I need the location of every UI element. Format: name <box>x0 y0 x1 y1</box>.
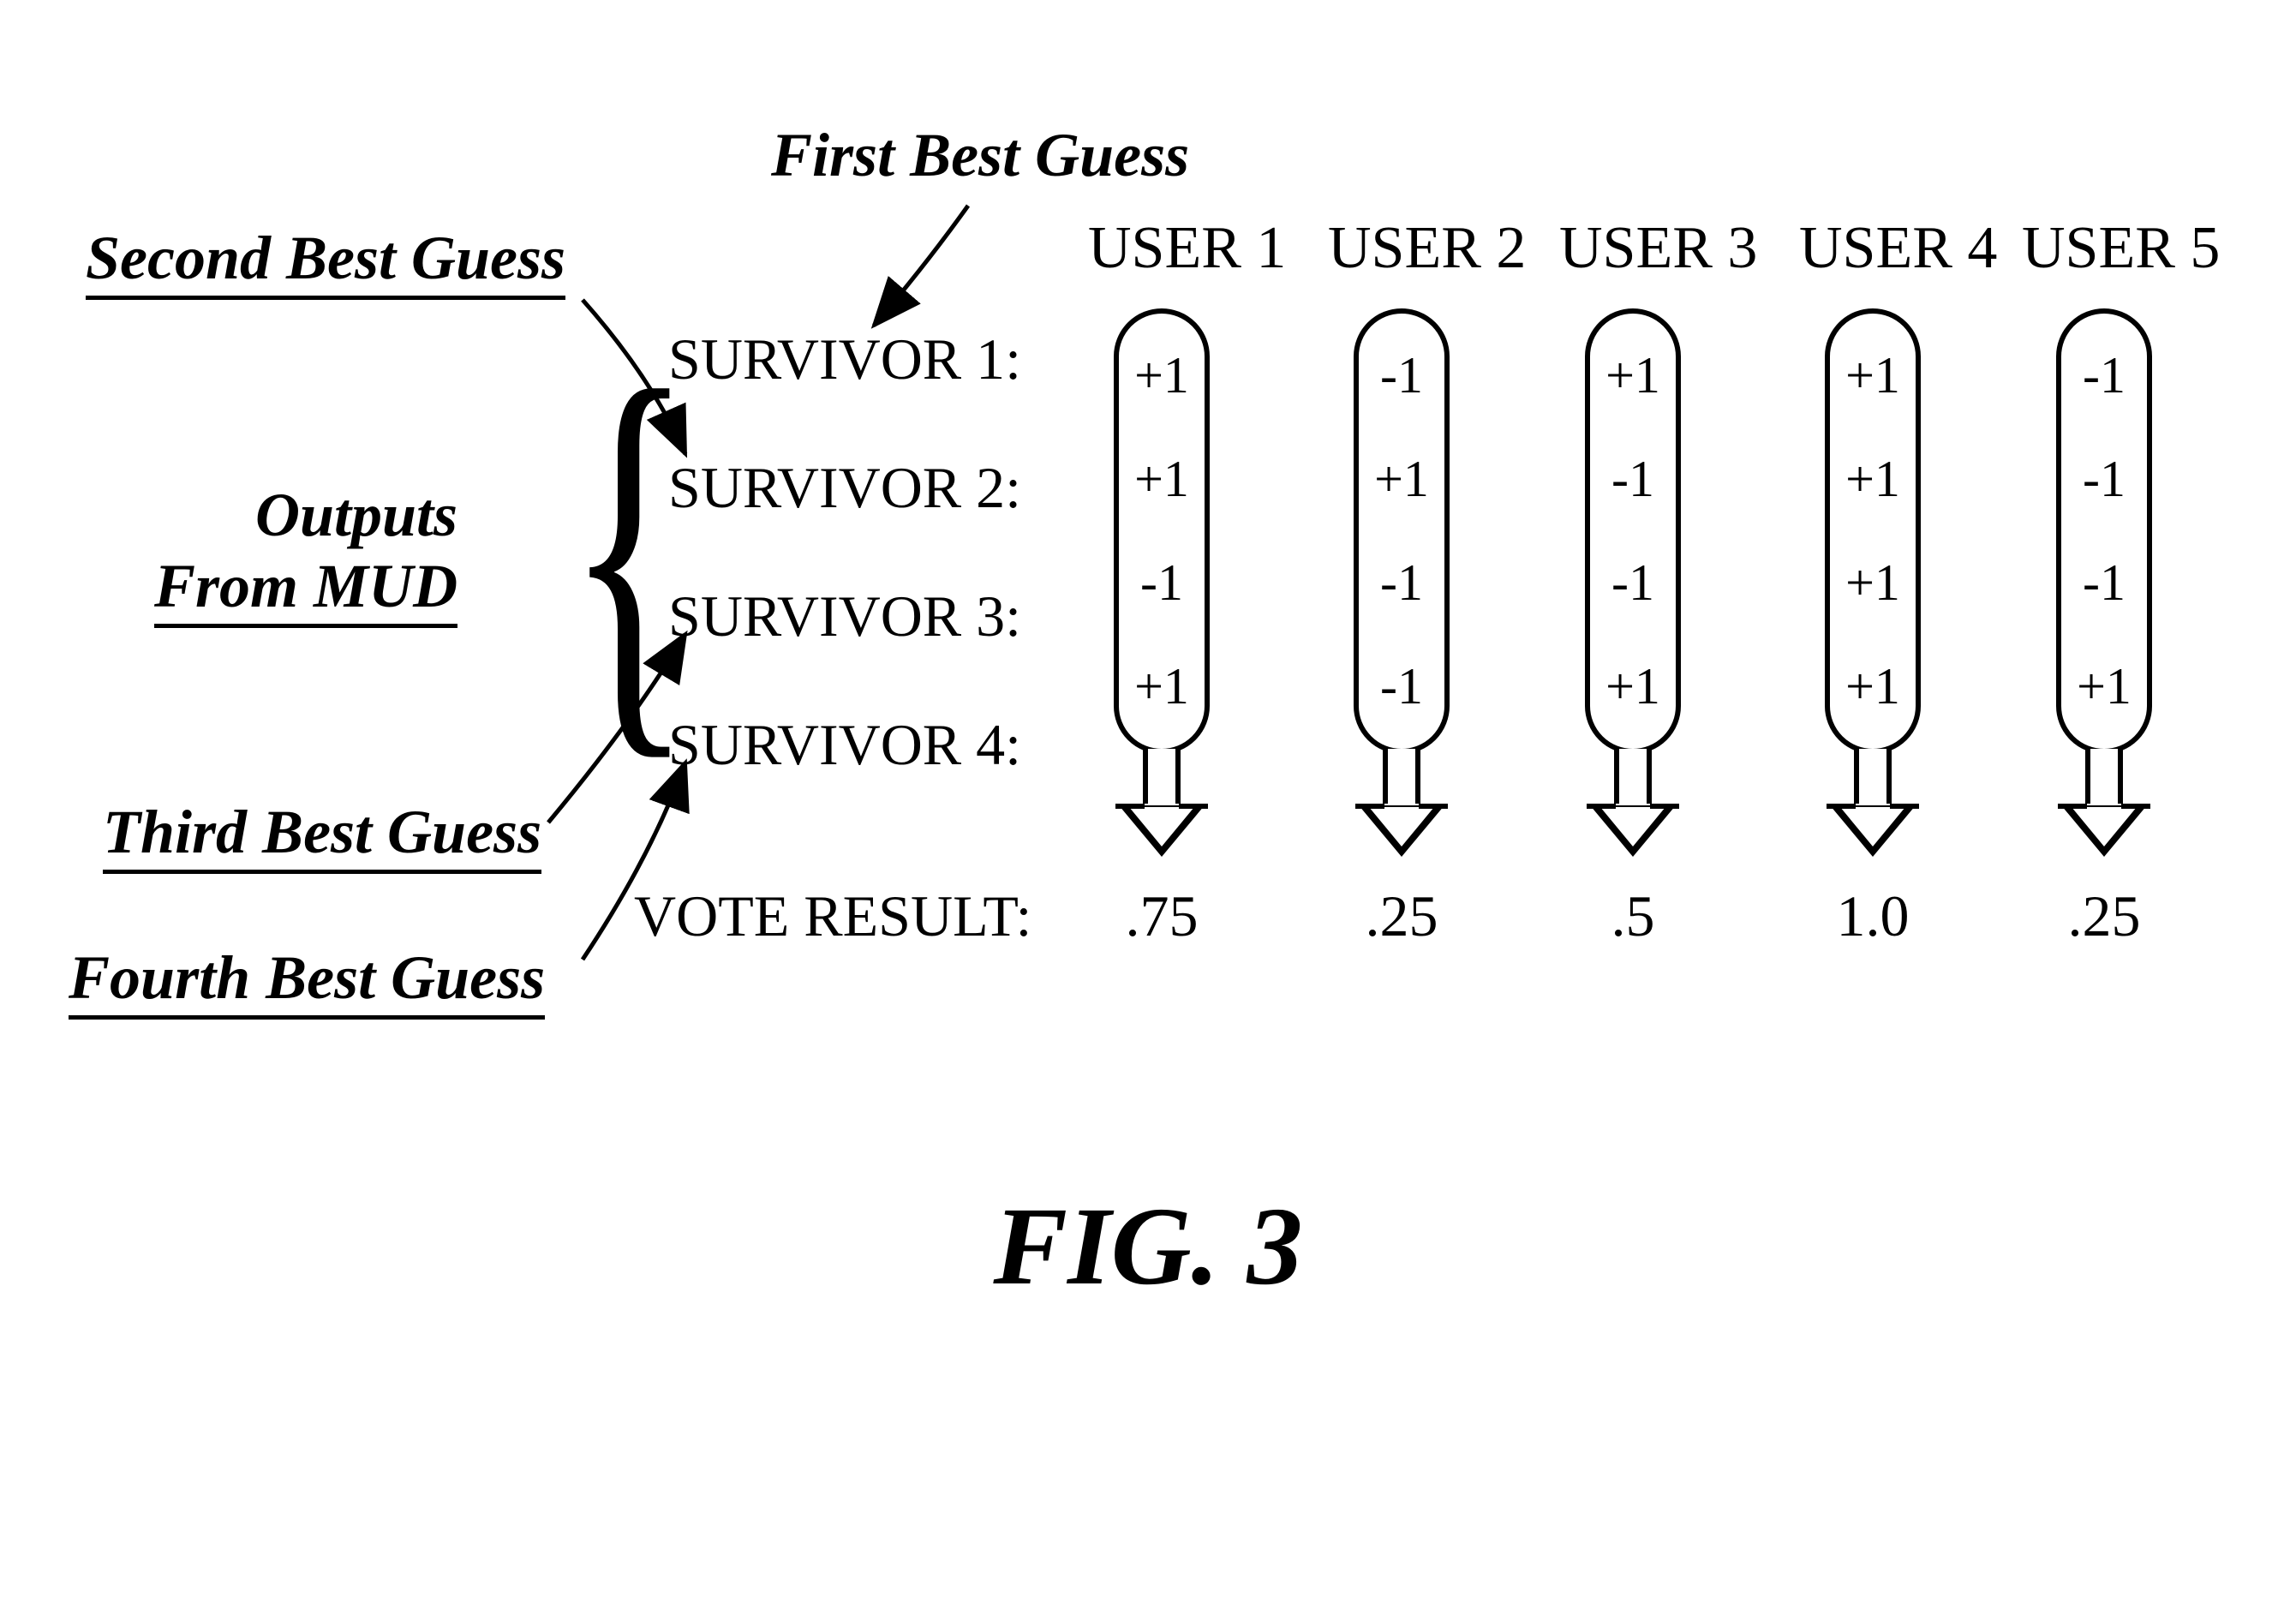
cell: +1 <box>1845 346 1900 405</box>
cell: +1 <box>1134 346 1189 405</box>
annotation-arrow-first <box>874 206 968 326</box>
arrow-down-icon <box>2056 754 2152 865</box>
cell: +1 <box>1605 346 1660 405</box>
label-second-best-guess: Second Best Guess <box>86 223 565 300</box>
cell: +1 <box>1134 657 1189 716</box>
header-user-4: USER 4 <box>1799 214 1997 283</box>
figure-caption: FIG. 3 <box>51 1182 2245 1311</box>
diagram-container: First Best Guess Second Best Guess Outpu… <box>51 51 2245 1570</box>
label-survivor-3: SURVIVOR 3: <box>668 583 1021 650</box>
cell: +1 <box>1134 450 1189 509</box>
pill-user-3: +1 -1 -1 +1 <box>1585 308 1681 754</box>
vote-user-2: .25 <box>1354 882 1450 950</box>
header-user-5: USER 5 <box>2022 214 2220 283</box>
label-fourth-best-guess: Fourth Best Guess <box>69 942 545 1020</box>
cell: +1 <box>1845 450 1900 509</box>
label-outputs-from-mud: Outputs From MUD <box>154 480 457 628</box>
cell: +1 <box>1605 657 1660 716</box>
vote-user-3: .5 <box>1585 882 1681 950</box>
cell: +1 <box>2077 657 2132 716</box>
pill-user-1: +1 +1 -1 +1 <box>1114 308 1210 754</box>
cell: -1 <box>1380 657 1423 716</box>
pill-user-5: -1 -1 -1 +1 <box>2056 308 2152 754</box>
pill-user-2: -1 +1 -1 -1 <box>1354 308 1450 754</box>
label-survivor-2: SURVIVOR 2: <box>668 454 1021 522</box>
header-user-1: USER 1 <box>1088 214 1286 283</box>
label-survivor-4: SURVIVOR 4: <box>668 711 1021 779</box>
arrow-down-icon <box>1585 754 1681 865</box>
vote-user-5: .25 <box>2056 882 2152 950</box>
cell: -1 <box>1140 553 1183 613</box>
vote-user-4: 1.0 <box>1825 882 1921 950</box>
arrow-down-icon <box>1825 754 1921 865</box>
arrow-down-icon <box>1114 754 1210 865</box>
pill-user-4: +1 +1 +1 +1 <box>1825 308 1921 754</box>
cell: +1 <box>1374 450 1429 509</box>
vote-user-1: .75 <box>1114 882 1210 950</box>
cell: -1 <box>1380 346 1423 405</box>
label-vote-result: VOTE RESULT: <box>634 882 1031 950</box>
header-user-3: USER 3 <box>1559 214 1757 283</box>
label-third-best-guess: Third Best Guess <box>103 797 541 874</box>
cell: -1 <box>1611 450 1654 509</box>
cell: -1 <box>1380 553 1423 613</box>
arrow-down-icon <box>1354 754 1450 865</box>
cell: +1 <box>1845 657 1900 716</box>
cell: -1 <box>2083 346 2126 405</box>
header-user-2: USER 2 <box>1328 214 1526 283</box>
label-first-best-guess: First Best Guess <box>771 120 1189 191</box>
cell: -1 <box>1611 553 1654 613</box>
cell: -1 <box>2083 450 2126 509</box>
cell: -1 <box>2083 553 2126 613</box>
label-survivor-1: SURVIVOR 1: <box>668 326 1021 393</box>
cell: +1 <box>1845 553 1900 613</box>
